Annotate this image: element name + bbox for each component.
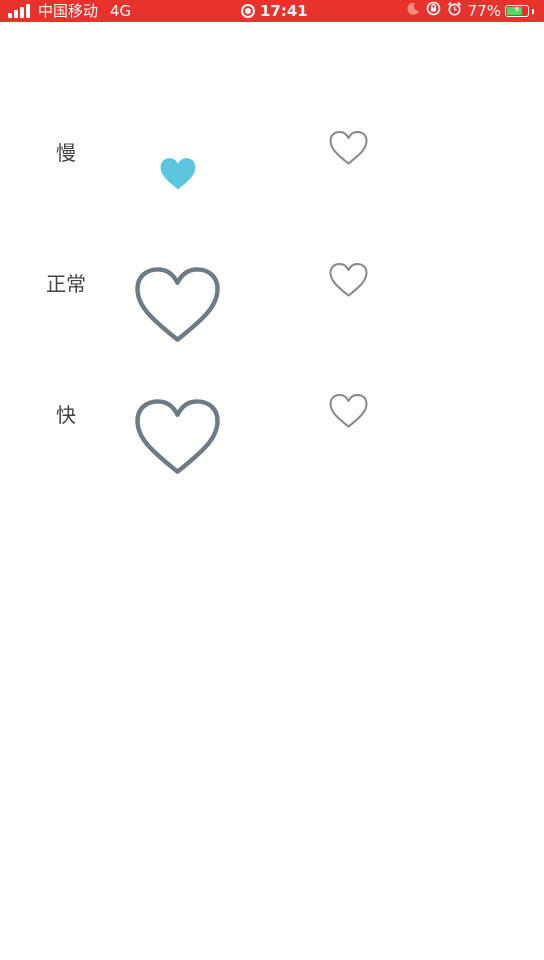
moon-icon [406,0,420,22]
charging-bolt-icon: ⚡ [513,3,521,16]
heart-icon [159,157,197,191]
signal-icon [8,4,32,18]
row-label-fast: 快 [56,403,76,427]
row-label-slow: 慢 [56,141,76,165]
status-center: 17:41 [241,0,308,22]
network-type: 4G [110,2,132,20]
battery-icon: ⚡ [505,3,529,17]
heart-icon [130,265,225,345]
status-left: 中国移动 4G [8,0,131,22]
battery-percent: 77% [467,2,501,20]
record-icon [241,4,255,18]
row-label-normal: 正常 [46,272,86,296]
status-bar: 中国移动 4G 17:41 77% ⚡ [0,0,544,22]
status-right: 77% ⚡ [406,0,534,22]
rotation-lock-icon [426,0,441,22]
heart-icon [130,397,225,477]
heart-icon[interactable] [328,262,369,298]
carrier-label: 中国移动 [38,2,99,20]
alarm-icon [447,0,462,22]
heart-icon[interactable] [328,130,369,166]
clock: 17:41 [260,2,308,20]
battery-cap [532,8,534,14]
heart-icon[interactable] [328,393,369,429]
screen: 中国移动 4G 17:41 77% ⚡ 慢 正常 快 [0,0,544,960]
